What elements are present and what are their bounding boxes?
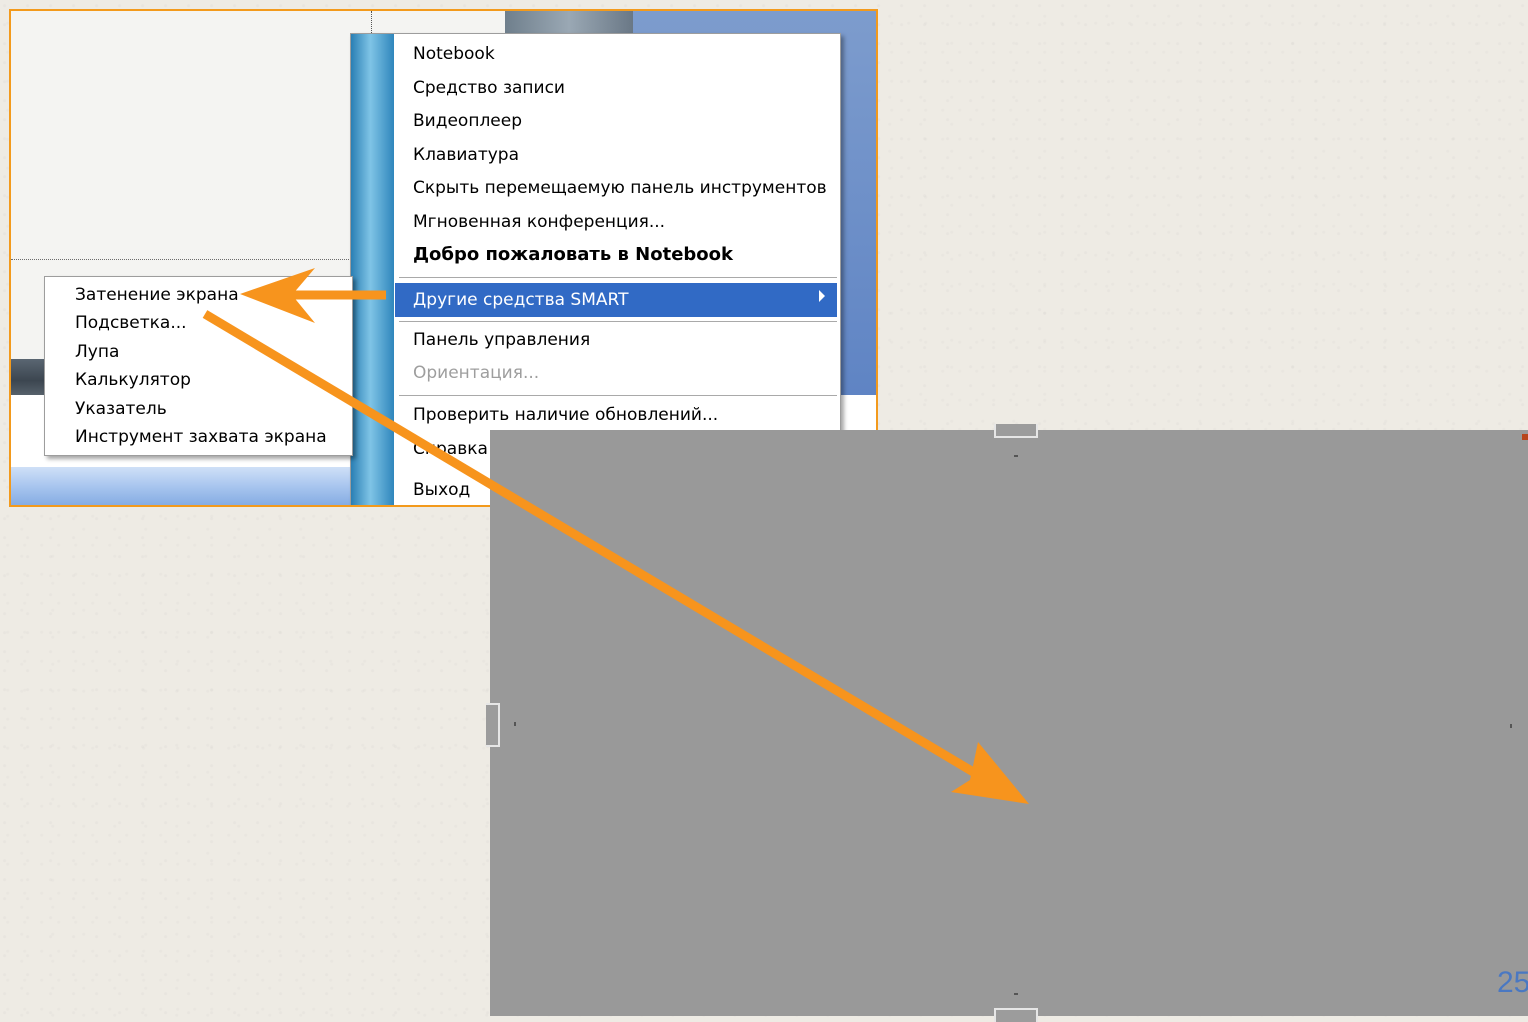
submenu-item-spotlight[interactable]: Подсветка... — [75, 309, 187, 337]
shade-tick — [1014, 455, 1018, 457]
menu-item-control-panel[interactable]: Панель управления — [413, 325, 590, 355]
menu-item-welcome-notebook[interactable]: Добро пожаловать в Notebook — [413, 240, 733, 270]
menu-item-help[interactable]: Справка — [413, 434, 488, 464]
shade-handle-top[interactable] — [994, 424, 1038, 438]
menu-item-notebook[interactable]: Notebook — [413, 39, 495, 69]
menu-item-recorder[interactable]: Средство записи — [413, 73, 565, 103]
submenu-item-screen-capture[interactable]: Инструмент захвата экрана — [75, 423, 327, 451]
menu-separator — [399, 277, 837, 278]
dotted-guide-horizontal — [11, 259, 351, 260]
screen-shade-panel — [486, 424, 1528, 1022]
smart-tools-submenu: Затенение экрана Подсветка... Лупа Кальк… — [44, 276, 353, 456]
menu-separator — [399, 321, 837, 322]
submenu-item-screen-shade[interactable]: Затенение экрана — [75, 281, 239, 309]
menu-item-exit[interactable]: Выход — [413, 475, 470, 505]
submenu-arrow-icon — [819, 290, 825, 302]
taskbar — [11, 467, 351, 505]
menu-item-check-updates[interactable]: Проверить наличие обновлений... — [413, 400, 718, 430]
submenu-item-pointer[interactable]: Указатель — [75, 395, 167, 423]
menu-item-orientation[interactable]: Ориентация... — [413, 358, 539, 388]
menu-sidebar — [351, 34, 394, 505]
shade-tick — [514, 722, 516, 726]
shade-handle-left[interactable] — [486, 703, 500, 747]
submenu-item-magnifier[interactable]: Лупа — [75, 338, 119, 366]
menu-separator — [399, 395, 837, 396]
menu-item-video-player[interactable]: Видеоплеер — [413, 106, 522, 136]
slide-page-number: 25 — [1497, 966, 1528, 999]
submenu-item-calculator[interactable]: Калькулятор — [75, 366, 191, 394]
shade-corner-marker — [1522, 434, 1528, 440]
shade-tick — [1510, 724, 1512, 728]
menu-item-instant-conference[interactable]: Мгновенная конференция... — [413, 207, 665, 237]
menu-item-keyboard[interactable]: Клавиатура — [413, 140, 519, 170]
menu-item-other-smart-tools[interactable]: Другие средства SMART — [413, 285, 628, 315]
dotted-guide-vertical — [371, 11, 372, 33]
shade-handle-bottom[interactable] — [994, 1008, 1038, 1022]
menu-item-hide-floating-toolbar[interactable]: Скрыть перемещаемую панель инструментов — [413, 173, 827, 203]
shade-tick — [1014, 993, 1018, 995]
